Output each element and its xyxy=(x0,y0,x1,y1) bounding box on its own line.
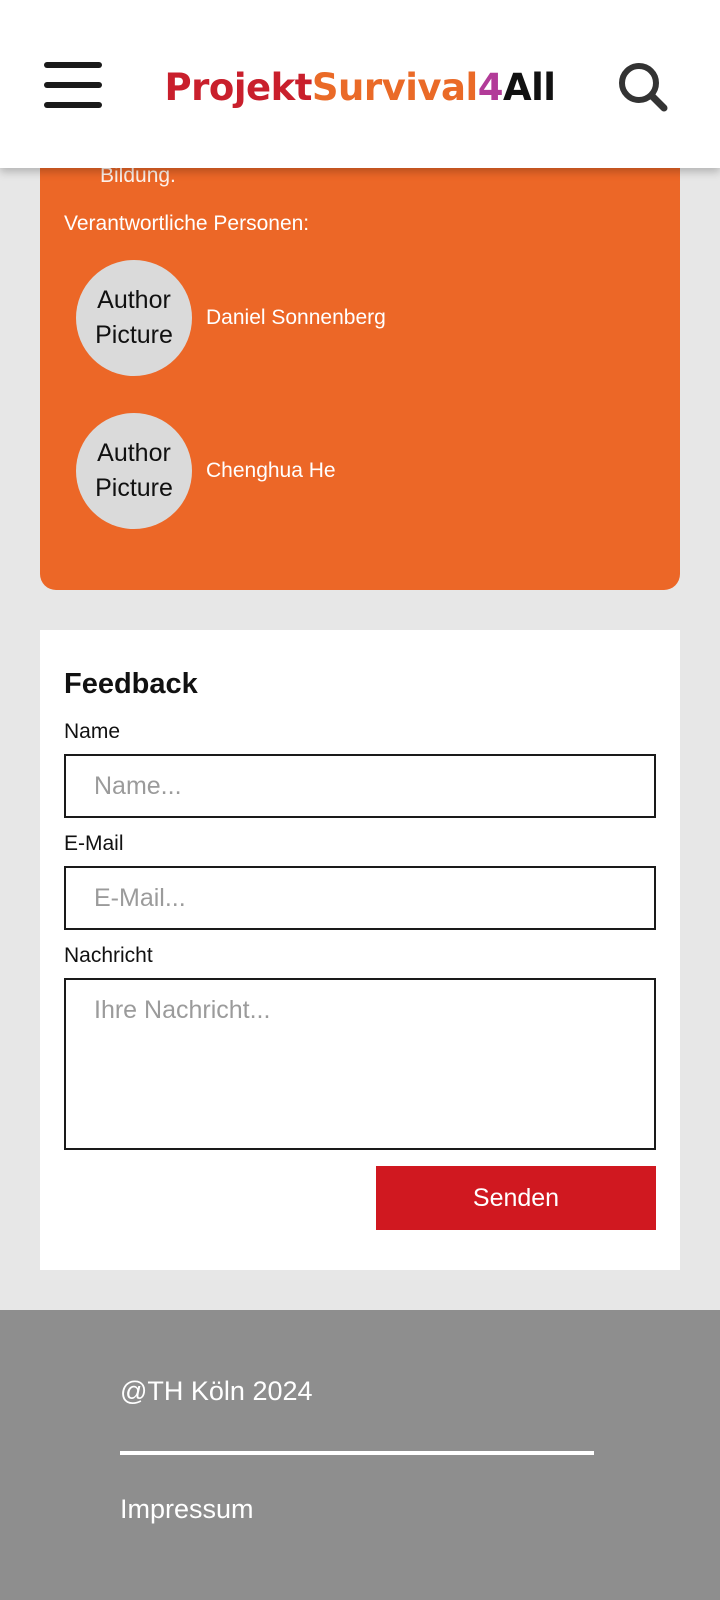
footer: @TH Köln 2024 Impressum xyxy=(0,1310,720,1600)
logo-part-projekt: Projekt xyxy=(164,66,313,109)
author-picture: Author Picture xyxy=(76,260,192,376)
logo-part-all: All xyxy=(502,66,556,109)
message-label: Nachricht xyxy=(64,944,153,967)
feedback-form-card: Feedback Name E-Mail Nachricht Senden xyxy=(40,630,680,1270)
logo-part-survival: Survival xyxy=(311,66,478,109)
email-input[interactable] xyxy=(64,866,656,930)
footer-divider xyxy=(120,1451,594,1455)
send-button[interactable]: Senden xyxy=(376,1166,656,1230)
author-entry: Author Picture Chenghua He xyxy=(76,413,336,529)
name-label: Name xyxy=(64,720,121,743)
impressum-link[interactable]: Impressum xyxy=(120,1494,254,1525)
responsible-persons-label: Verantwortliche Personen: xyxy=(64,212,310,235)
email-label: E-Mail xyxy=(64,832,124,855)
search-icon[interactable] xyxy=(616,60,672,116)
message-textarea[interactable] xyxy=(64,978,656,1150)
copyright-text: @TH Köln 2024 xyxy=(120,1376,313,1406)
feedback-title: Feedback xyxy=(64,668,198,700)
logo-part-4: 4 xyxy=(477,66,504,109)
project-info-card: Bildung. Verantwortliche Personen: Autho… xyxy=(40,120,680,590)
author-picture: Author Picture xyxy=(76,413,192,529)
top-app-bar: ProjektSurvival4All xyxy=(0,0,720,168)
name-input[interactable] xyxy=(64,754,656,818)
author-entry: Author Picture Daniel Sonnenberg xyxy=(76,260,386,376)
author-name: Daniel Sonnenberg xyxy=(206,306,386,329)
site-logo[interactable]: ProjektSurvival4All xyxy=(0,64,720,112)
author-name: Chenghua He xyxy=(206,459,336,482)
